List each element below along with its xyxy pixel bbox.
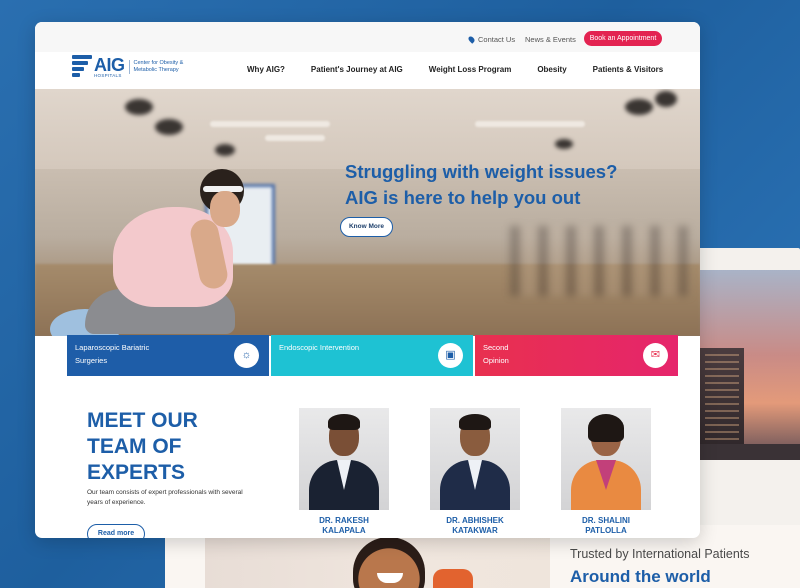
- aig-logo[interactable]: AIG HOSPITALS Center for Obesity & Metab…: [72, 55, 197, 79]
- service-tile-endoscopic[interactable]: Endoscopic Intervention ▣: [271, 335, 473, 376]
- book-appointment-button[interactable]: Book an Appointment: [584, 31, 662, 46]
- stomach-icon: ☼: [234, 343, 259, 368]
- nav-item-why-aig[interactable]: Why AIG?: [247, 65, 285, 74]
- service-tile-second-opinion[interactable]: Second Opinion ✉: [475, 335, 678, 376]
- experts-description: Our team consists of expert professional…: [87, 489, 243, 507]
- nav-item-weight-loss-program[interactable]: Weight Loss Program: [429, 65, 512, 74]
- hero-banner: Struggling with weight issues? AIG is he…: [35, 89, 700, 336]
- read-more-button[interactable]: Read more: [87, 524, 145, 538]
- logo-hospitals: HOSPITALS: [94, 72, 122, 78]
- doctor-name: DR. ABHISHEK KATAKWAR: [446, 516, 504, 535]
- contact-us-link[interactable]: Contact Us: [467, 35, 516, 44]
- around-world-label: Around the world: [570, 567, 711, 586]
- location-pin-icon: [467, 35, 476, 44]
- logo-brand: AIG: [94, 54, 125, 75]
- top-utility-bar: Contact Us News & Events Book an Appoint…: [35, 22, 700, 52]
- doctor-photo: [561, 408, 651, 510]
- website-mockup: Contact Us News & Events Book an Appoint…: [35, 22, 700, 538]
- hospital-building-image: [700, 270, 800, 460]
- doctor-name: DR. RAKESH KALAPALA: [319, 516, 369, 535]
- main-navbar: AIG HOSPITALS Center for Obesity & Metab…: [35, 52, 700, 89]
- doctor-card[interactable]: DR. SHALINI PATLOLLA Consultant - Endocr…: [561, 408, 651, 538]
- nav-menu: Why AIG? Patient's Journey at AIG Weight…: [247, 65, 663, 74]
- trusted-label: Trusted by International Patients: [570, 547, 750, 561]
- service-tiles: Laparoscopic Bariatric Surgeries ☼ Endos…: [67, 335, 678, 376]
- know-more-button[interactable]: Know More: [340, 217, 393, 237]
- hero-headline: Struggling with weight issues? AIG is he…: [345, 161, 618, 208]
- doctor-photo: [299, 408, 389, 510]
- doctor-photo: [430, 408, 520, 510]
- service-tile-laparoscopic[interactable]: Laparoscopic Bariatric Surgeries ☼: [67, 335, 269, 376]
- consultation-icon: ✉: [643, 343, 668, 368]
- contact-us-label: Contact Us: [478, 35, 516, 44]
- logo-center-name: Center for Obesity & Metabolic Therapy: [128, 60, 197, 74]
- experts-heading: MEET OUR TEAM OF EXPERTS: [87, 409, 198, 484]
- nav-item-obesity[interactable]: Obesity: [537, 65, 566, 74]
- doctor-card[interactable]: DR. ABHISHEK KATAKWAR: [430, 408, 520, 536]
- endoscope-icon: ▣: [438, 343, 463, 368]
- doctor-name: DR. SHALINI PATLOLLA: [582, 516, 630, 535]
- nav-item-patients-journey[interactable]: Patient's Journey at AIG: [311, 65, 403, 74]
- news-events-link[interactable]: News & Events: [525, 35, 576, 44]
- aig-logo-icon: [72, 55, 92, 79]
- doctor-card[interactable]: DR. RAKESH KALAPALA Director - Endoscopy: [299, 408, 389, 538]
- nav-item-patients-visitors[interactable]: Patients & Visitors: [593, 65, 664, 74]
